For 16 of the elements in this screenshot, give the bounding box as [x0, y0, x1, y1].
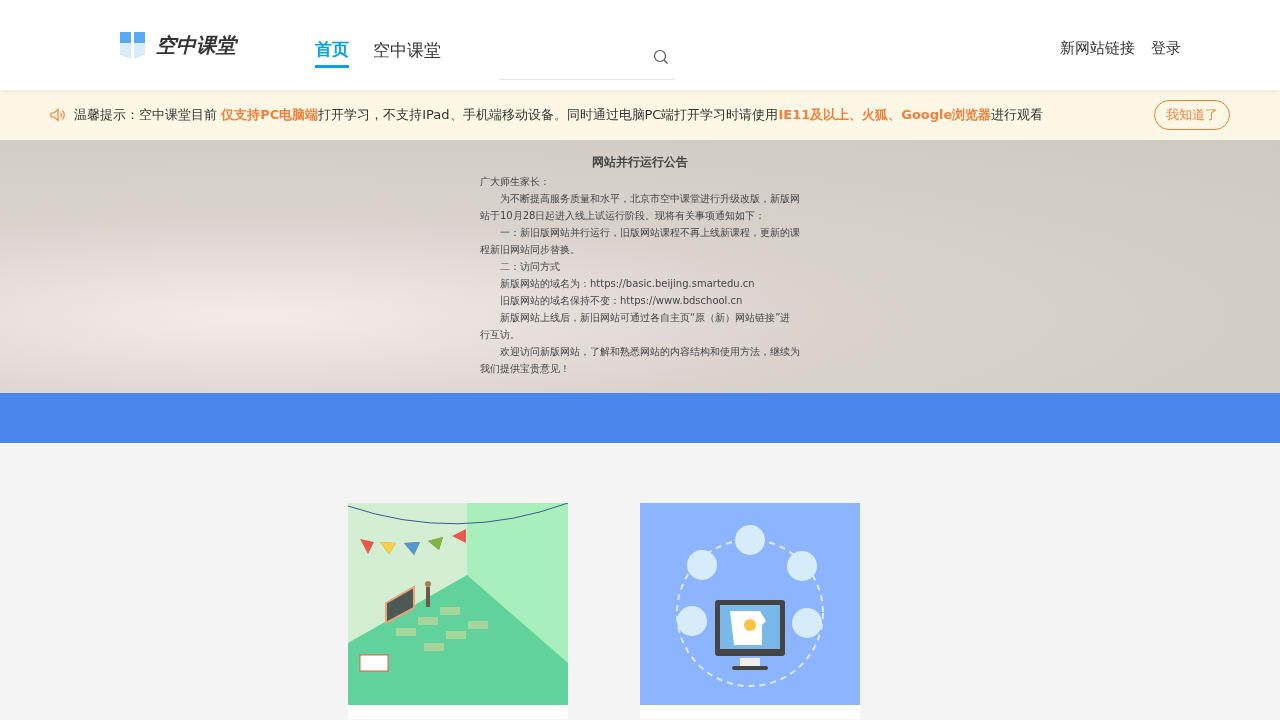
book-logo-icon [118, 31, 148, 59]
notice-paragraph: 新版网站上线后，新旧网站可通过各自主页“原（新）网站链接”进行互访。 [480, 311, 792, 342]
notice-text: 温馨提示：空中课堂目前 仅支持PC电脑端打开学习，不支持IPad、手机端移动设备。同时通过电脑PC端打开学习时请使用IE11及以上、火狐、Google浏览器进行观看 [74, 106, 1044, 125]
nav-tab[interactable]: 空中课堂 [373, 34, 441, 68]
notice-paragraph: 新版网站的域名为：https://basic.beijing.smartedu.cn [499, 277, 756, 291]
notice-paragraph: 广大师生家长： [480, 175, 551, 189]
notice-title: 网站并行运行公告 [591, 154, 689, 171]
notice-paragraph: 欢迎访问新版网站，了解和熟悉网站的内容结构和使用方法，继续为我们提供宝贵意见！ [480, 345, 800, 376]
nav-link[interactable]: 登录 [1151, 36, 1181, 60]
search-icon[interactable] [653, 48, 669, 65]
notice-paragraph: 为不断提高服务质量和水平，北京市空中课堂进行升级改版，新版网站于10月28日起进入线上试运行阶段。现将有关事项通知如下： [480, 192, 800, 223]
speaker-icon [50, 108, 66, 122]
notice-paragraph: 二：访问方式 [499, 260, 561, 274]
nav-link[interactable]: 新网站链接 [1060, 36, 1135, 60]
notice-paragraph: 旧版网站的域名保持不变：https://www.bdschool.cn [499, 294, 744, 308]
notice-paragraph: 一：新旧版网站并行运行，旧版网站课程不再上线新课程，更新的课程新旧网站同步替换。 [480, 226, 800, 257]
